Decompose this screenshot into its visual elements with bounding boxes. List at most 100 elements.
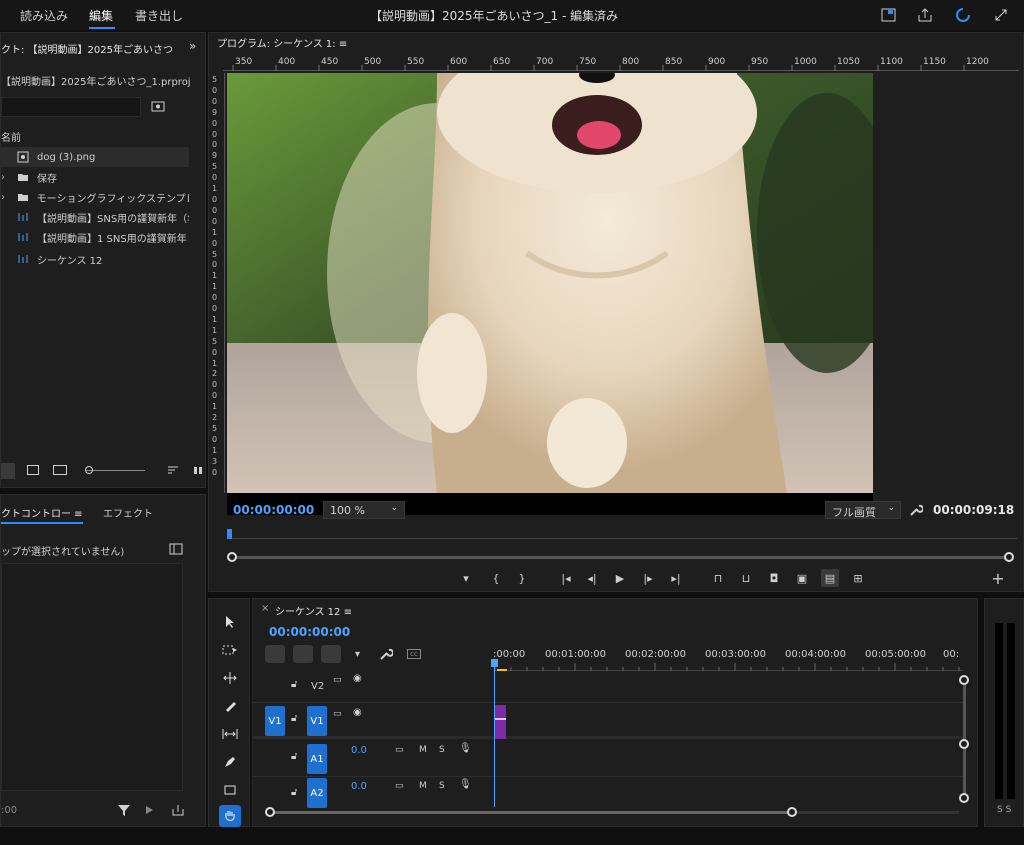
ripple-edit-tool-icon[interactable] [219,667,241,689]
solo-icon[interactable]: S [439,745,445,755]
list-item[interactable]: 【説明動画】1 SNS用の謹賀新年（ [1,227,189,247]
step-forward-icon[interactable]: |▸ [639,569,657,587]
track-target-a1[interactable]: A1 [307,744,327,774]
menu-import[interactable]: 読み込み [20,7,68,24]
rectangle-tool-icon[interactable] [219,779,241,801]
eye-icon[interactable]: ◉ [353,673,362,684]
new-bin-icon[interactable] [151,100,165,112]
zoom-slider-handle[interactable] [85,466,93,474]
nest-toggle-icon[interactable] [265,645,285,663]
timeline-ruler[interactable]: :00:00 00:01:00:00 00:02:00:00 00:03:00:… [493,645,963,671]
column-name-header[interactable]: 名前 [1,129,21,144]
track-volume[interactable]: 0.0 [351,781,367,792]
v-scroll-handle-bottom[interactable] [959,793,969,803]
lift-icon[interactable]: ⊓ [709,569,727,587]
slip-tool-icon[interactable] [219,723,241,745]
quick-export-icon[interactable] [880,6,898,24]
add-button-icon[interactable]: + [989,569,1007,588]
chevron-right-icon[interactable]: › [1,192,9,203]
timeline-settings-icon[interactable] [379,647,394,661]
automate-icon[interactable] [193,465,205,475]
track-name[interactable]: V2 [311,681,324,692]
solo-indicators[interactable]: S S [997,805,1011,815]
track-select-tool-icon[interactable] [219,639,241,661]
lock-icon[interactable]: 🔓︎ [291,787,297,798]
playhead-line[interactable] [494,659,495,807]
zoom-slider[interactable] [85,470,145,471]
fullscreen-icon[interactable] [992,6,1010,24]
playhead-marker[interactable] [227,529,232,539]
timeline-timecode[interactable]: 00:00:00:00 [269,625,350,639]
mark-out-icon[interactable]: } [513,569,531,587]
step-back-icon[interactable]: ◂| [583,569,601,587]
scrollbar-handle-right[interactable] [1004,552,1014,562]
go-to-in-icon[interactable]: |◂ [557,569,575,587]
menu-export[interactable]: 書き出し [135,7,183,24]
vr-icon[interactable]: ⊞ [849,569,867,587]
scrollbar-handle-left[interactable] [227,552,237,562]
timeline-tab[interactable]: シーケンス 12 ≡ [275,603,352,618]
sync-lock-icon[interactable]: ▭ [333,709,342,719]
playhead-handle[interactable] [491,659,498,667]
play-audio-icon[interactable] [143,803,157,817]
microphone-icon[interactable]: 🎙︎ [459,779,472,790]
program-monitor-title[interactable]: プログラム: シーケンス 1: ≡ [217,35,347,50]
lock-icon[interactable]: 🔓︎ [291,751,297,762]
comparison-view-icon[interactable]: ▣ [793,569,811,587]
sync-lock-icon[interactable]: ▭ [395,781,404,791]
sync-lock-icon[interactable]: ▭ [395,745,404,755]
razor-tool-icon[interactable] [219,695,241,717]
track-target-a2[interactable]: A2 [307,778,327,808]
panel-layout-icon[interactable] [169,543,183,555]
freeform-view-icon[interactable] [53,465,67,475]
add-marker-icon[interactable]: ▾ [457,569,475,587]
v-scroll-handle-mid[interactable] [959,739,969,749]
list-item[interactable]: 【説明動画】SNS用の謹賀新年（年 [1,207,189,227]
eye-icon[interactable]: ◉ [353,707,362,718]
list-item[interactable]: › モーショングラフィックステンプレ [1,187,189,207]
track-target-v1[interactable]: V1 [307,706,327,736]
project-panel-title[interactable]: クト: 【説明動画】2025年ごあいさつ [1,41,185,56]
sync-lock-icon[interactable]: ▭ [333,675,342,685]
tab-effects[interactable]: エフェクト [103,505,153,520]
mark-in-icon[interactable]: { [487,569,505,587]
linked-selection-icon[interactable] [321,645,341,663]
camera-icon[interactable]: ◘ [765,569,783,587]
snap-icon[interactable] [293,645,313,663]
list-item[interactable]: dog (3).png [1,147,189,167]
h-scroll-handle-left[interactable] [265,807,275,817]
go-to-out-icon[interactable]: ▸| [667,569,685,587]
captions-icon[interactable]: cc [407,649,421,659]
playback-resolution-select[interactable]: フル画質 ⌄ [825,501,901,519]
wrench-icon[interactable] [909,503,924,517]
list-view-icon[interactable] [1,463,15,479]
v-scroll-handle-top[interactable] [959,675,969,685]
panel-overflow-icon[interactable]: » [189,39,196,53]
menu-edit[interactable]: 編集 [89,7,113,24]
selection-tool-icon[interactable] [219,611,241,633]
microphone-icon[interactable]: 🎙︎ [459,743,472,754]
progress-icon[interactable] [954,6,972,24]
tab-effect-controls[interactable]: クトコントロー ≡ [1,505,83,520]
lock-icon[interactable]: 🔓︎ [291,713,297,724]
source-patch-v1[interactable]: V1 [265,706,285,736]
search-input[interactable] [1,97,141,117]
zoom-scrollbar[interactable] [231,556,1011,559]
hand-tool-icon[interactable] [219,805,241,827]
chevron-right-icon[interactable]: › [1,172,9,183]
program-video-frame[interactable] [227,73,873,493]
h-scroll-handle-right[interactable] [787,807,797,817]
sort-icon[interactable] [167,465,179,475]
solo-icon[interactable]: S [439,781,445,791]
safe-margins-icon[interactable]: ▤ [821,569,839,587]
mute-icon[interactable]: M [419,745,427,755]
lock-icon[interactable]: 🔓︎ [291,679,297,690]
filter-icon[interactable] [117,803,131,817]
program-time-ruler[interactable] [227,529,1017,539]
timeline-marker-icon[interactable]: ▾ [355,649,360,660]
timeline-clip[interactable] [494,705,506,739]
export-frame-icon[interactable] [171,803,185,817]
horizontal-scrollbar-thumb[interactable] [271,811,791,814]
list-item[interactable]: シーケンス 12 [1,249,189,269]
list-item[interactable]: › 保存 [1,167,189,187]
